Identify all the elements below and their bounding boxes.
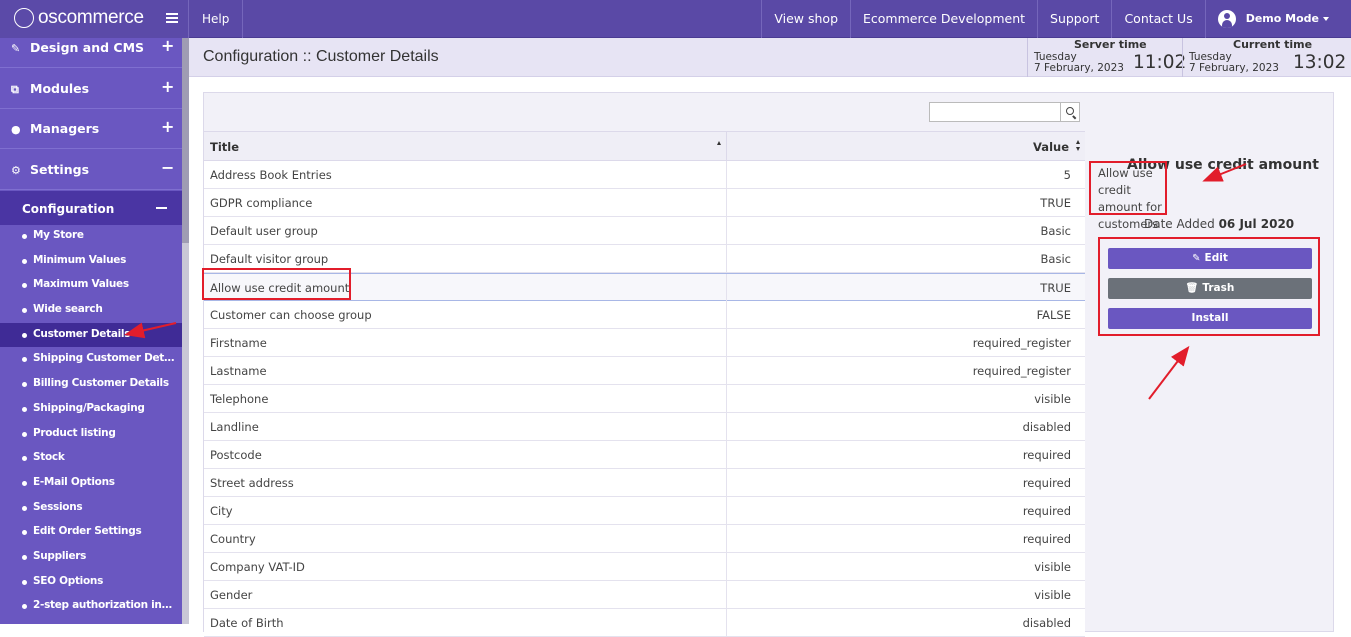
annotation-arrow-description (1202, 163, 1247, 182)
annotation-arrow-sidebar (124, 322, 177, 339)
annotation-arrow-buttons (1148, 345, 1190, 400)
annotation-arrows (124, 163, 1247, 400)
